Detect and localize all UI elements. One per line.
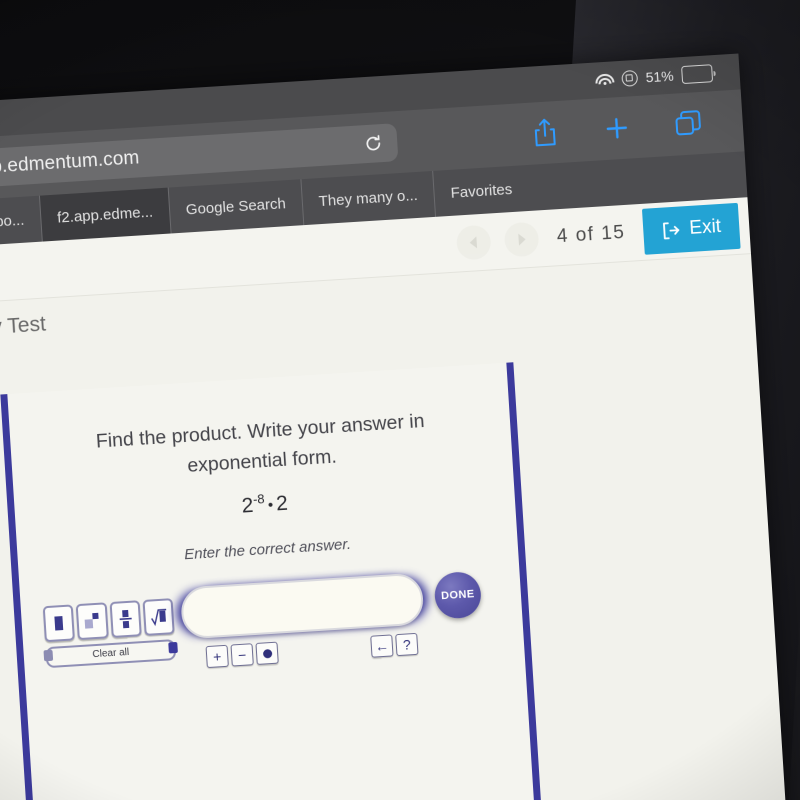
bookmark-label: Google Search	[185, 194, 287, 218]
box-key[interactable]	[42, 604, 76, 643]
reload-icon[interactable]	[363, 133, 384, 154]
bookmark-item-4[interactable]: Favorites	[433, 165, 529, 217]
bookmark-label: f2.app.edme...	[56, 203, 154, 227]
expression-factor: 2	[275, 492, 289, 516]
battery-icon	[681, 64, 716, 85]
next-arrow-icon[interactable]	[503, 221, 541, 258]
operator-keys-right: ← ?	[370, 633, 419, 659]
bookmark-item-2[interactable]: Google Search	[168, 179, 305, 234]
plus-icon[interactable]	[580, 113, 653, 143]
exit-icon	[661, 220, 681, 240]
superscript-key[interactable]	[75, 602, 109, 641]
exit-button[interactable]: Exit	[641, 202, 741, 255]
dot-key[interactable]	[255, 642, 279, 666]
share-icon[interactable]	[508, 116, 582, 150]
dot-glyph-icon	[262, 648, 272, 659]
bookmark-item-0[interactable]: eger Expo...	[0, 195, 43, 249]
bookmark-label: eger Expo...	[0, 211, 25, 233]
plus-key[interactable]: +	[205, 645, 229, 669]
answer-input-wrap: + − ← ?	[179, 572, 425, 670]
url-text: 2.app.edmentum.com	[0, 147, 140, 180]
clear-all-button[interactable]: Clear all	[45, 639, 177, 669]
prev-arrow-icon[interactable]	[456, 224, 493, 261]
math-palette-keys	[42, 598, 175, 643]
expression-exponent: -8	[252, 491, 266, 508]
battery-percent-label: 51%	[645, 67, 675, 86]
screenshot-root: 51% 2.app.edmentum.com Expo... f2.app.ed…	[0, 0, 800, 800]
tablet-screen: 51% 2.app.edmentum.com Expo... f2.app.ed…	[0, 53, 788, 800]
fraction-key[interactable]	[109, 600, 142, 639]
clear-all-label: Clear all	[92, 647, 130, 661]
bookmark-item-1[interactable]: f2.app.edme...	[39, 187, 172, 242]
bookmark-item-3[interactable]: They many o...	[301, 170, 437, 226]
question-card: Find the product. Write your answer in e…	[0, 362, 543, 800]
operator-row: + − ← ?	[184, 633, 425, 670]
answer-area: Clear all + − ← ? DONE	[20, 561, 527, 722]
toolbar-actions	[508, 107, 725, 151]
wifi-icon	[595, 72, 615, 87]
bookmark-label: They many o...	[318, 186, 419, 210]
radical-key[interactable]	[142, 598, 175, 637]
answer-input[interactable]	[179, 572, 425, 640]
operator-keys-left: + −	[205, 642, 279, 669]
done-button[interactable]: DONE	[433, 571, 483, 621]
question-prompt: Find the product. Write your answer in e…	[7, 363, 512, 493]
question-progress: 4 of 15	[556, 221, 627, 248]
edmentum-app: 4 of 15 Exit lastery Test Find the produ…	[0, 197, 788, 800]
tabs-icon[interactable]	[652, 107, 726, 141]
backspace-key[interactable]: ←	[370, 634, 394, 659]
help-key[interactable]: ?	[395, 633, 419, 657]
bookmark-label: Favorites	[450, 180, 513, 202]
exit-label: Exit	[688, 215, 722, 239]
math-palette: Clear all	[42, 598, 177, 669]
rotation-lock-icon	[621, 69, 639, 87]
minus-key[interactable]: −	[230, 643, 254, 667]
